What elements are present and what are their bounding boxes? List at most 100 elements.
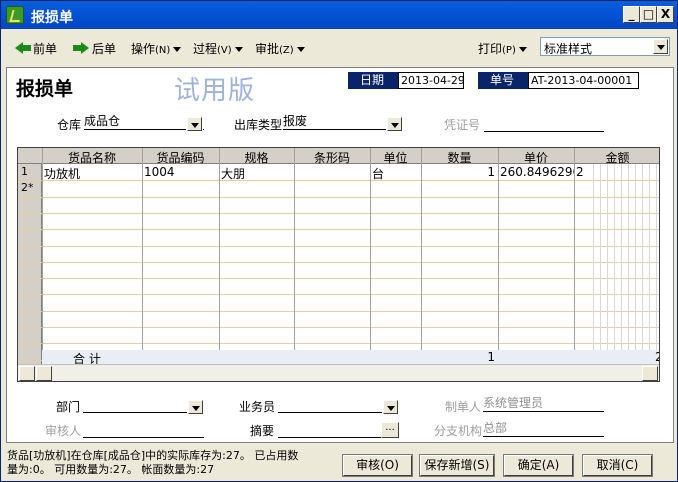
grid-cell-spec[interactable]: 大朋 [219, 165, 294, 182]
row-number: 2* [21, 181, 34, 195]
date-field[interactable]: 2013-04-29 [398, 72, 465, 89]
minimize-button[interactable]: _ [623, 6, 640, 23]
print-menu[interactable]: 打印(P) [478, 40, 527, 56]
warehouse-label: 仓库 [57, 118, 82, 132]
prev-arrow-icon[interactable] [15, 41, 31, 55]
process-menu-key: (V) [217, 45, 232, 56]
grid-cell-code[interactable]: 1004 [142, 165, 219, 179]
chevron-down-icon [518, 47, 527, 52]
branch-label: 分支机构 [434, 424, 483, 438]
amount-digit-divider [635, 164, 636, 364]
row-divider [18, 310, 659, 312]
column-header[interactable]: 条形码 [294, 149, 370, 166]
horizontal-scrollbar[interactable] [18, 364, 659, 381]
grid-cell-amount[interactable]: 2 [574, 165, 659, 179]
column-header[interactable]: 规格 [219, 149, 294, 166]
amount-digit-divider [600, 164, 601, 364]
summary-field[interactable] [278, 421, 381, 438]
cancel-button[interactable]: 取消(C) [582, 454, 653, 477]
amount-digit-divider [607, 164, 608, 364]
chevron-down-icon[interactable] [383, 400, 398, 414]
column-header[interactable]: 数量 [421, 149, 498, 166]
chevron-down-icon [173, 47, 182, 52]
grid-cell-name[interactable]: 功放机 [42, 165, 142, 182]
process-menu[interactable]: 过程(V) [193, 40, 243, 56]
column-header[interactable]: 单位 [370, 149, 421, 166]
prev-record-button[interactable]: 前单 [33, 40, 57, 56]
approve-menu[interactable]: 审批(Z) [255, 40, 305, 56]
chevron-down-icon[interactable] [653, 39, 668, 54]
document-title: 报损单 [16, 78, 74, 100]
maker-value: 系统管理员 [483, 396, 544, 410]
print-style-select[interactable]: 标准样式 [540, 37, 670, 56]
warehouse-value: 成品仓 [84, 114, 121, 128]
chevron-down-icon[interactable] [188, 400, 203, 414]
trial-watermark: 试用版 [174, 76, 256, 106]
audit-button[interactable]: 审核(O) [342, 454, 413, 477]
column-header[interactable]: 货品编码 [142, 149, 219, 166]
scroll-left-icon[interactable] [19, 366, 35, 381]
amount-digit-divider [649, 164, 650, 364]
dept-select[interactable] [83, 396, 204, 413]
total-amount: 2 [655, 350, 659, 364]
row-divider [18, 196, 659, 198]
next-arrow-icon[interactable] [73, 41, 89, 55]
approve-menu-label: 审批 [255, 42, 280, 56]
voucher-label: 凭证号 [444, 118, 481, 132]
column-divider [421, 148, 422, 364]
outtype-label: 出库类型 [234, 118, 283, 132]
amount-digit-divider [656, 164, 657, 364]
window-title: 报损单 [31, 10, 73, 26]
outtype-select[interactable]: 报废 [283, 113, 403, 130]
number-field[interactable]: AT-2013-04-00001 [528, 72, 639, 89]
confirm-button[interactable]: 确定(A) [503, 454, 574, 477]
items-grid[interactable]: 货品名称 货品编码 规格 条形码 单位 数量 单价 金额 1 功放机 1004 大朋台 1 260.84… [17, 147, 660, 382]
column-divider [142, 148, 143, 364]
salesman-select[interactable] [278, 396, 399, 413]
row-divider [18, 327, 659, 328]
scroll-right-icon[interactable] [642, 366, 658, 381]
next-record-button[interactable]: 后单 [92, 40, 116, 56]
salesman-dropdown[interactable] [382, 399, 399, 415]
chevron-down-icon[interactable] [187, 117, 202, 131]
row-divider [18, 261, 659, 263]
chevron-down-icon[interactable] [387, 117, 402, 131]
document-panel: 报损单 试用版 日期 2013-04-29 单号 AT-2013-04-0000… [6, 67, 674, 443]
chevron-down-icon [296, 47, 305, 52]
grid-cell-qty[interactable]: 1 [421, 165, 498, 179]
column-header[interactable]: 货品名称 [42, 149, 142, 166]
row-divider [18, 343, 659, 345]
column-divider [294, 148, 295, 364]
toolbar: 前单 后单 操作(N) 过程(V) 审批(Z) 打印(P) 标准样式 [1, 31, 677, 65]
auditor-label: 审核人 [45, 424, 82, 438]
summary-browse-button[interactable]: ... [381, 422, 399, 438]
close-button[interactable]: X [657, 6, 674, 23]
scroll-thumb[interactable] [36, 366, 52, 381]
title-bar[interactable]: 报损单 _ □ X [1, 1, 677, 29]
dept-label: 部门 [56, 400, 81, 414]
approve-menu-key: (Z) [279, 45, 294, 56]
outtype-dropdown[interactable] [386, 116, 403, 132]
maximize-button[interactable]: □ [640, 6, 657, 23]
voucher-field[interactable] [484, 115, 604, 132]
grid-cell-unit[interactable]: 台 [370, 165, 421, 182]
stock-status-line1: 货品[功放机]在仓库[成品仓]中的实际库存为:27。 已占用数 [7, 449, 299, 462]
grid-cell-price[interactable]: 260.84962963 [498, 165, 574, 179]
column-header[interactable]: 金额 [574, 149, 659, 166]
process-menu-label: 过程 [193, 42, 218, 56]
operate-menu-label: 操作 [131, 42, 156, 56]
amount-digit-divider [614, 164, 615, 364]
operate-menu-key: (N) [155, 45, 171, 56]
outtype-value: 报废 [283, 114, 308, 128]
amount-digit-divider [642, 164, 643, 364]
row-divider [18, 294, 659, 296]
operate-menu[interactable]: 操作(N) [131, 40, 182, 56]
row-divider [18, 278, 659, 280]
warehouse-dropdown[interactable] [186, 116, 203, 132]
save-add-button[interactable]: 保存新增(S) [419, 454, 495, 477]
total-row [42, 350, 659, 364]
dept-dropdown[interactable] [187, 399, 204, 415]
column-divider [498, 148, 499, 364]
app-icon [6, 6, 24, 24]
column-header[interactable]: 单价 [498, 149, 574, 166]
